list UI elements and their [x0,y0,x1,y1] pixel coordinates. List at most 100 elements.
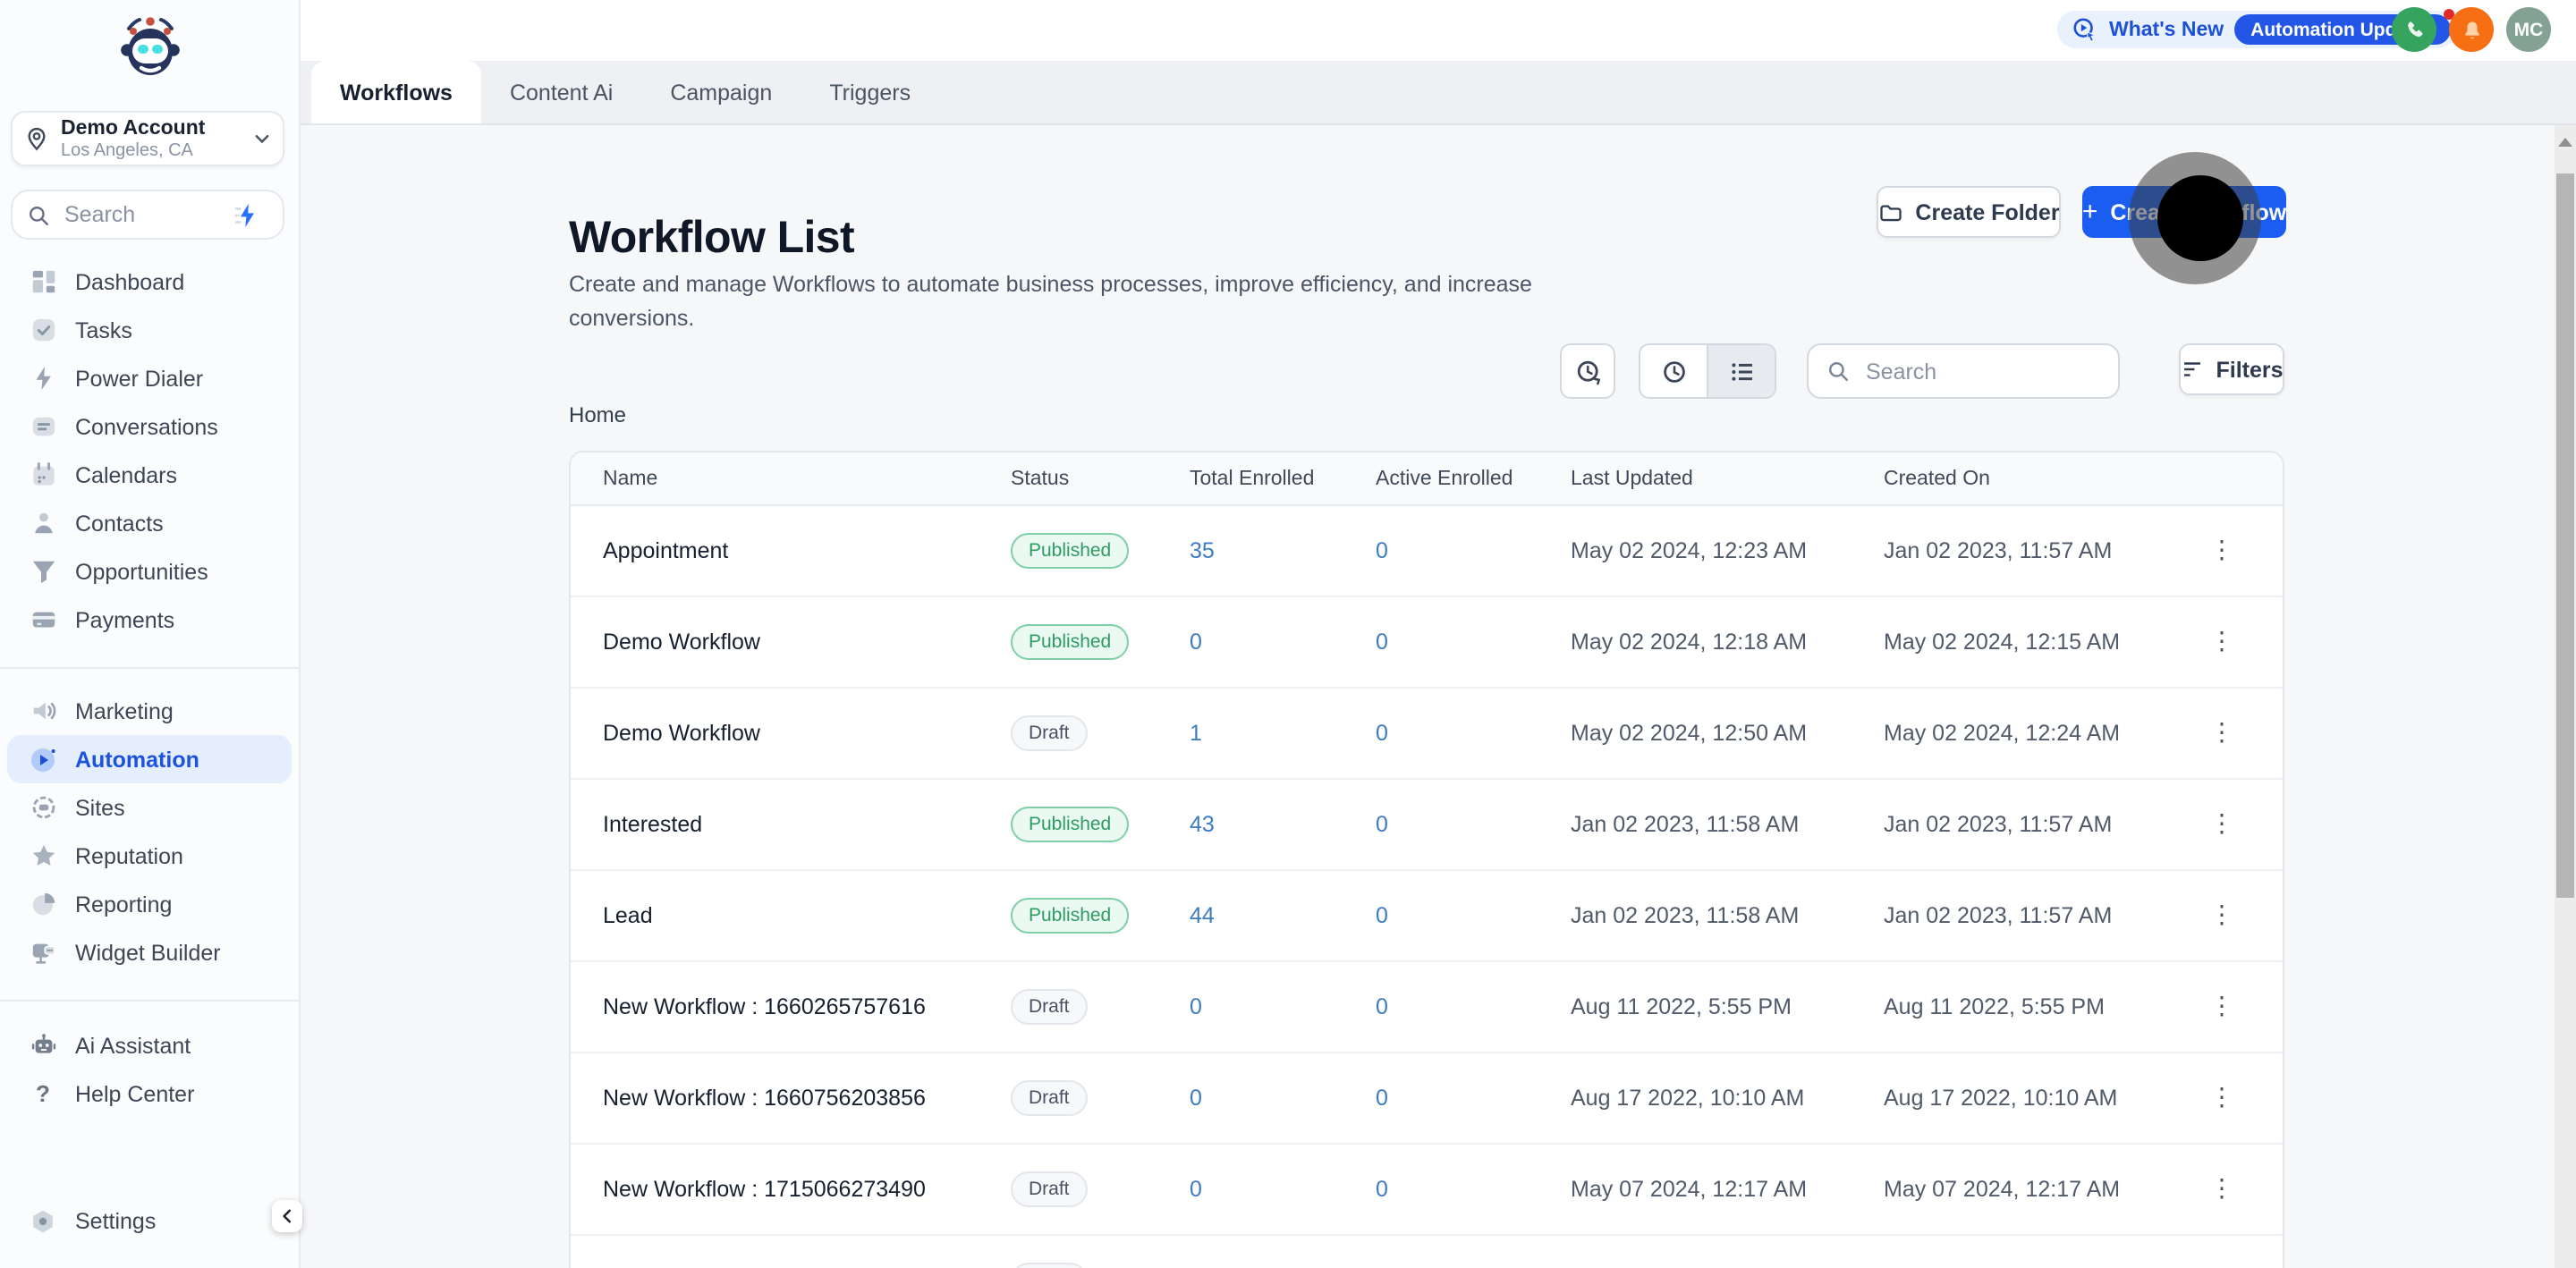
sidebar-item-reputation[interactable]: Reputation [7,832,292,880]
row-menu-icon[interactable]: ⋮ [2209,1264,2234,1268]
reputation-icon [29,841,57,870]
sidebar-item-conversations[interactable]: Conversations [7,402,292,451]
tab-workflows[interactable]: Workflows [311,61,481,123]
workflow-name[interactable]: Demo Workflow [603,630,1011,655]
row-menu-icon[interactable]: ⋮ [2209,900,2234,928]
sidebar-divider [0,1000,299,1002]
workflow-name[interactable]: New Workflow : 1715066273490 [603,1177,1011,1202]
active-enrolled-link[interactable]: 0 [1376,903,1571,928]
sidebar-item-dashboard[interactable]: Dashboard [7,258,292,306]
table-row[interactable]: New Workflow : 1715194519317Draft00May 0… [571,1236,2283,1268]
sidebar-nav-marketing: MarketingAutomationSitesReputationReport… [0,687,299,976]
row-menu-icon[interactable]: ⋮ [2209,991,2234,1019]
create-folder-button[interactable]: Create Folder [1877,186,2061,238]
sidebar-item-payments[interactable]: Payments [7,596,292,644]
list-view-button[interactable] [1707,345,1775,397]
table-row[interactable]: Demo WorkflowPublished00May 02 2024, 12:… [571,597,2283,689]
table-row[interactable]: New Workflow : 1715066273490Draft00May 0… [571,1145,2283,1236]
active-enrolled-link[interactable]: 0 [1376,721,1571,746]
table-search[interactable] [1807,343,2120,399]
table-row[interactable]: InterestedPublished430Jan 02 2023, 11:58… [571,780,2283,871]
vertical-scrollbar[interactable] [2555,125,2576,1268]
sidebar-item-calendars[interactable]: Calendars [7,451,292,499]
bell-icon [2459,17,2484,42]
sites-icon [29,793,57,822]
row-menu-icon[interactable]: ⋮ [2209,1173,2234,1202]
table-row[interactable]: Demo WorkflowDraft10May 02 2024, 12:50 A… [571,689,2283,780]
recent-view-button[interactable] [1640,345,1707,397]
sidebar-search-input[interactable] [61,200,222,229]
sidebar-item-widget-builder[interactable]: Widget Builder [7,928,292,976]
sidebar-nav-main: DashboardTasksPower DialerConversationsC… [0,258,299,644]
account-location: Los Angeles, CA [61,140,242,160]
row-menu-icon[interactable]: ⋮ [2209,1082,2234,1111]
phone-icon [2402,17,2427,42]
row-menu-icon[interactable]: ⋮ [2209,717,2234,746]
workflow-name[interactable]: Interested [603,812,1011,837]
sidebar-item-help-center[interactable]: ?Help Center [7,1069,292,1118]
total-enrolled-link[interactable]: 35 [1190,538,1376,563]
sidebar-item-automation[interactable]: Automation [7,735,292,783]
active-enrolled-link[interactable]: 0 [1376,994,1571,1019]
sidebar-divider [0,667,299,669]
active-enrolled-link[interactable]: 0 [1376,1177,1571,1202]
row-menu-icon[interactable]: ⋮ [2209,808,2234,837]
tab-campaign[interactable]: Campaign [641,61,801,123]
sidebar-item-tasks[interactable]: Tasks [7,306,292,354]
opportunities-icon [29,557,57,586]
tab-list: WorkflowsContent AiCampaignTriggers [299,61,2576,125]
scroll-up-arrow-icon[interactable] [2558,138,2572,147]
workflow-name[interactable]: Lead [603,903,1011,928]
workflow-name[interactable]: New Workflow : 1660756203856 [603,1086,1011,1111]
table-row[interactable]: New Workflow : 1660756203856Draft00Aug 1… [571,1053,2283,1145]
history-button[interactable] [1560,343,1615,399]
total-enrolled-link[interactable]: 43 [1190,812,1376,837]
active-enrolled-link[interactable]: 0 [1376,1086,1571,1111]
sidebar-search[interactable] [11,190,284,240]
user-avatar[interactable]: MC [2506,7,2551,52]
table-search-input[interactable] [1862,357,2084,385]
sidebar-item-contacts[interactable]: Contacts [7,499,292,547]
active-enrolled-link[interactable]: 0 [1376,812,1571,837]
create-workflow-button[interactable]: + Create Workflow [2082,186,2286,238]
notifications-button[interactable] [2449,7,2494,52]
sidebar-item-marketing[interactable]: Marketing [7,687,292,735]
table-row[interactable]: AppointmentPublished350May 02 2024, 12:2… [571,506,2283,597]
created-on: Jan 02 2023, 11:57 AM [1884,903,2190,928]
status-badge: Draft [1011,1080,1088,1116]
sidebar-item-opportunities[interactable]: Opportunities [7,547,292,596]
plus-icon: + [2082,196,2098,226]
sidebar-collapse-button[interactable] [272,1200,302,1232]
total-enrolled-link[interactable]: 0 [1190,994,1376,1019]
sidebar-item-sites[interactable]: Sites [7,783,292,832]
total-enrolled-link[interactable]: 44 [1190,903,1376,928]
account-selector[interactable]: Demo Account Los Angeles, CA [11,111,284,166]
tab-content-ai[interactable]: Content Ai [481,61,641,123]
workflow-name[interactable]: New Workflow : 1660265757616 [603,994,1011,1019]
total-enrolled-link[interactable]: 1 [1190,721,1376,746]
sidebar-item-reporting[interactable]: Reporting [7,880,292,928]
sidebar-item-ai-assistant[interactable]: Ai Assistant [7,1021,292,1069]
phone-button[interactable] [2392,7,2436,52]
total-enrolled-link[interactable]: 0 [1190,1177,1376,1202]
workflow-name[interactable]: Appointment [603,538,1011,563]
workflow-name[interactable]: Demo Workflow [603,721,1011,746]
active-enrolled-link[interactable]: 0 [1376,538,1571,563]
column-header-name: Name [603,468,1011,489]
account-name: Demo Account [61,117,242,140]
total-enrolled-link[interactable]: 0 [1190,630,1376,655]
breadcrumb[interactable]: Home [569,402,626,427]
table-row[interactable]: New Workflow : 1660265757616Draft00Aug 1… [571,962,2283,1053]
status-badge: Draft [1011,1171,1088,1207]
table-row[interactable]: LeadPublished440Jan 02 2023, 11:58 AMJan… [571,871,2283,962]
sidebar-item-settings[interactable]: Settings [7,1196,292,1245]
scrollbar-thumb[interactable] [2556,173,2574,898]
filters-button[interactable]: Filters [2179,343,2284,395]
filter-icon [2181,358,2204,381]
sidebar-item-power-dialer[interactable]: Power Dialer [7,354,292,402]
tab-triggers[interactable]: Triggers [801,61,939,123]
row-menu-icon[interactable]: ⋮ [2209,626,2234,655]
active-enrolled-link[interactable]: 0 [1376,630,1571,655]
row-menu-icon[interactable]: ⋮ [2209,535,2234,563]
total-enrolled-link[interactable]: 0 [1190,1086,1376,1111]
